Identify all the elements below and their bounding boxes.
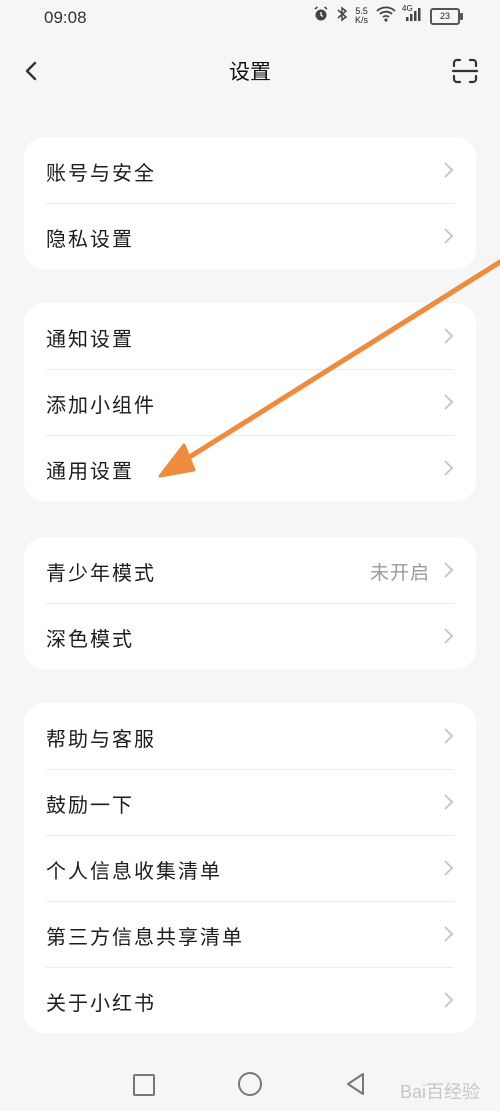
status-bar: 09:08 5.5 K/s 4G 23 [0, 0, 500, 36]
chevron-right-icon [444, 926, 454, 942]
battery-indicator: 23 [430, 7, 463, 25]
circle-icon[interactable] [238, 1072, 262, 1096]
settings-item-teen-mode[interactable]: 青少年模式 未开启 [24, 537, 476, 603]
network-type: 4G [402, 4, 413, 13]
chevron-right-icon [444, 794, 454, 810]
settings-section-account: 账号与安全 隐私设置 [24, 137, 476, 269]
watermark: Bai百经验 [399, 1082, 480, 1102]
status-time: 09:08 [44, 8, 87, 27]
scan-button[interactable] [450, 56, 480, 86]
settings-item-personal-info-list[interactable]: 个人信息收集清单 [24, 835, 476, 901]
settings-item-dark-mode[interactable]: 深色模式 [24, 603, 476, 669]
status-icons: 5.5 K/s 4G 23 [313, 4, 463, 26]
settings-item-general-settings[interactable]: 通用设置 [24, 435, 476, 501]
settings-item-label: 隐私设置 [46, 227, 134, 251]
chevron-right-icon [444, 562, 454, 578]
settings-item-label: 深色模式 [46, 627, 134, 651]
settings-section-modes: 青少年模式 未开启 深色模式 [24, 537, 476, 669]
page-title: 设置 [229, 60, 271, 84]
settings-item-notifications[interactable]: 通知设置 [24, 303, 476, 369]
chevron-right-icon [444, 460, 454, 476]
chevron-right-icon [444, 228, 454, 244]
settings-item-account-security[interactable]: 账号与安全 [24, 137, 476, 203]
settings-item-label: 第三方信息共享清单 [46, 925, 244, 949]
settings-item-label: 添加小组件 [46, 393, 156, 417]
settings-item-help[interactable]: 帮助与客服 [24, 703, 476, 769]
scan-icon [451, 58, 479, 84]
settings-item-encourage[interactable]: 鼓励一下 [24, 769, 476, 835]
settings-item-label: 通用设置 [46, 459, 134, 483]
signal-icon: 4G [402, 4, 422, 26]
alarm-icon [313, 6, 329, 26]
settings-section-general: 通知设置 添加小组件 通用设置 [24, 303, 476, 501]
settings-item-label: 账号与安全 [46, 161, 156, 185]
network-speed-unit: K/s [354, 15, 368, 25]
settings-item-label: 关于小红书 [46, 991, 156, 1015]
chevron-right-icon [444, 628, 454, 644]
chevron-right-icon [444, 162, 454, 178]
triangle-back-icon[interactable] [344, 1071, 368, 1097]
settings-item-label: 通知设置 [46, 327, 134, 351]
wifi-icon [376, 6, 396, 26]
system-nav-bar: Bai百经验 [0, 1052, 500, 1111]
header: 设置 [0, 36, 500, 106]
bluetooth-icon [337, 6, 348, 26]
chevron-right-icon [444, 992, 454, 1008]
chevron-right-icon [444, 328, 454, 344]
settings-item-about[interactable]: 关于小红书 [24, 967, 476, 1033]
settings-item-label: 帮助与客服 [46, 727, 156, 751]
settings-item-label: 青少年模式 [46, 561, 156, 585]
settings-section-about: 帮助与客服 鼓励一下 个人信息收集清单 第三方信息共享清单 关于小红书 [24, 703, 476, 1033]
square-icon[interactable] [133, 1074, 155, 1096]
chevron-right-icon [444, 728, 454, 744]
settings-item-add-widget[interactable]: 添加小组件 [24, 369, 476, 435]
chevron-right-icon [444, 394, 454, 410]
settings-item-third-party-list[interactable]: 第三方信息共享清单 [24, 901, 476, 967]
settings-item-privacy[interactable]: 隐私设置 [24, 203, 476, 269]
network-speed: 5.5 K/s [355, 7, 368, 25]
settings-item-label: 个人信息收集清单 [46, 859, 222, 883]
settings-item-label: 鼓励一下 [46, 793, 134, 817]
chevron-right-icon [444, 860, 454, 876]
teen-mode-status: 未开启 [369, 562, 430, 584]
